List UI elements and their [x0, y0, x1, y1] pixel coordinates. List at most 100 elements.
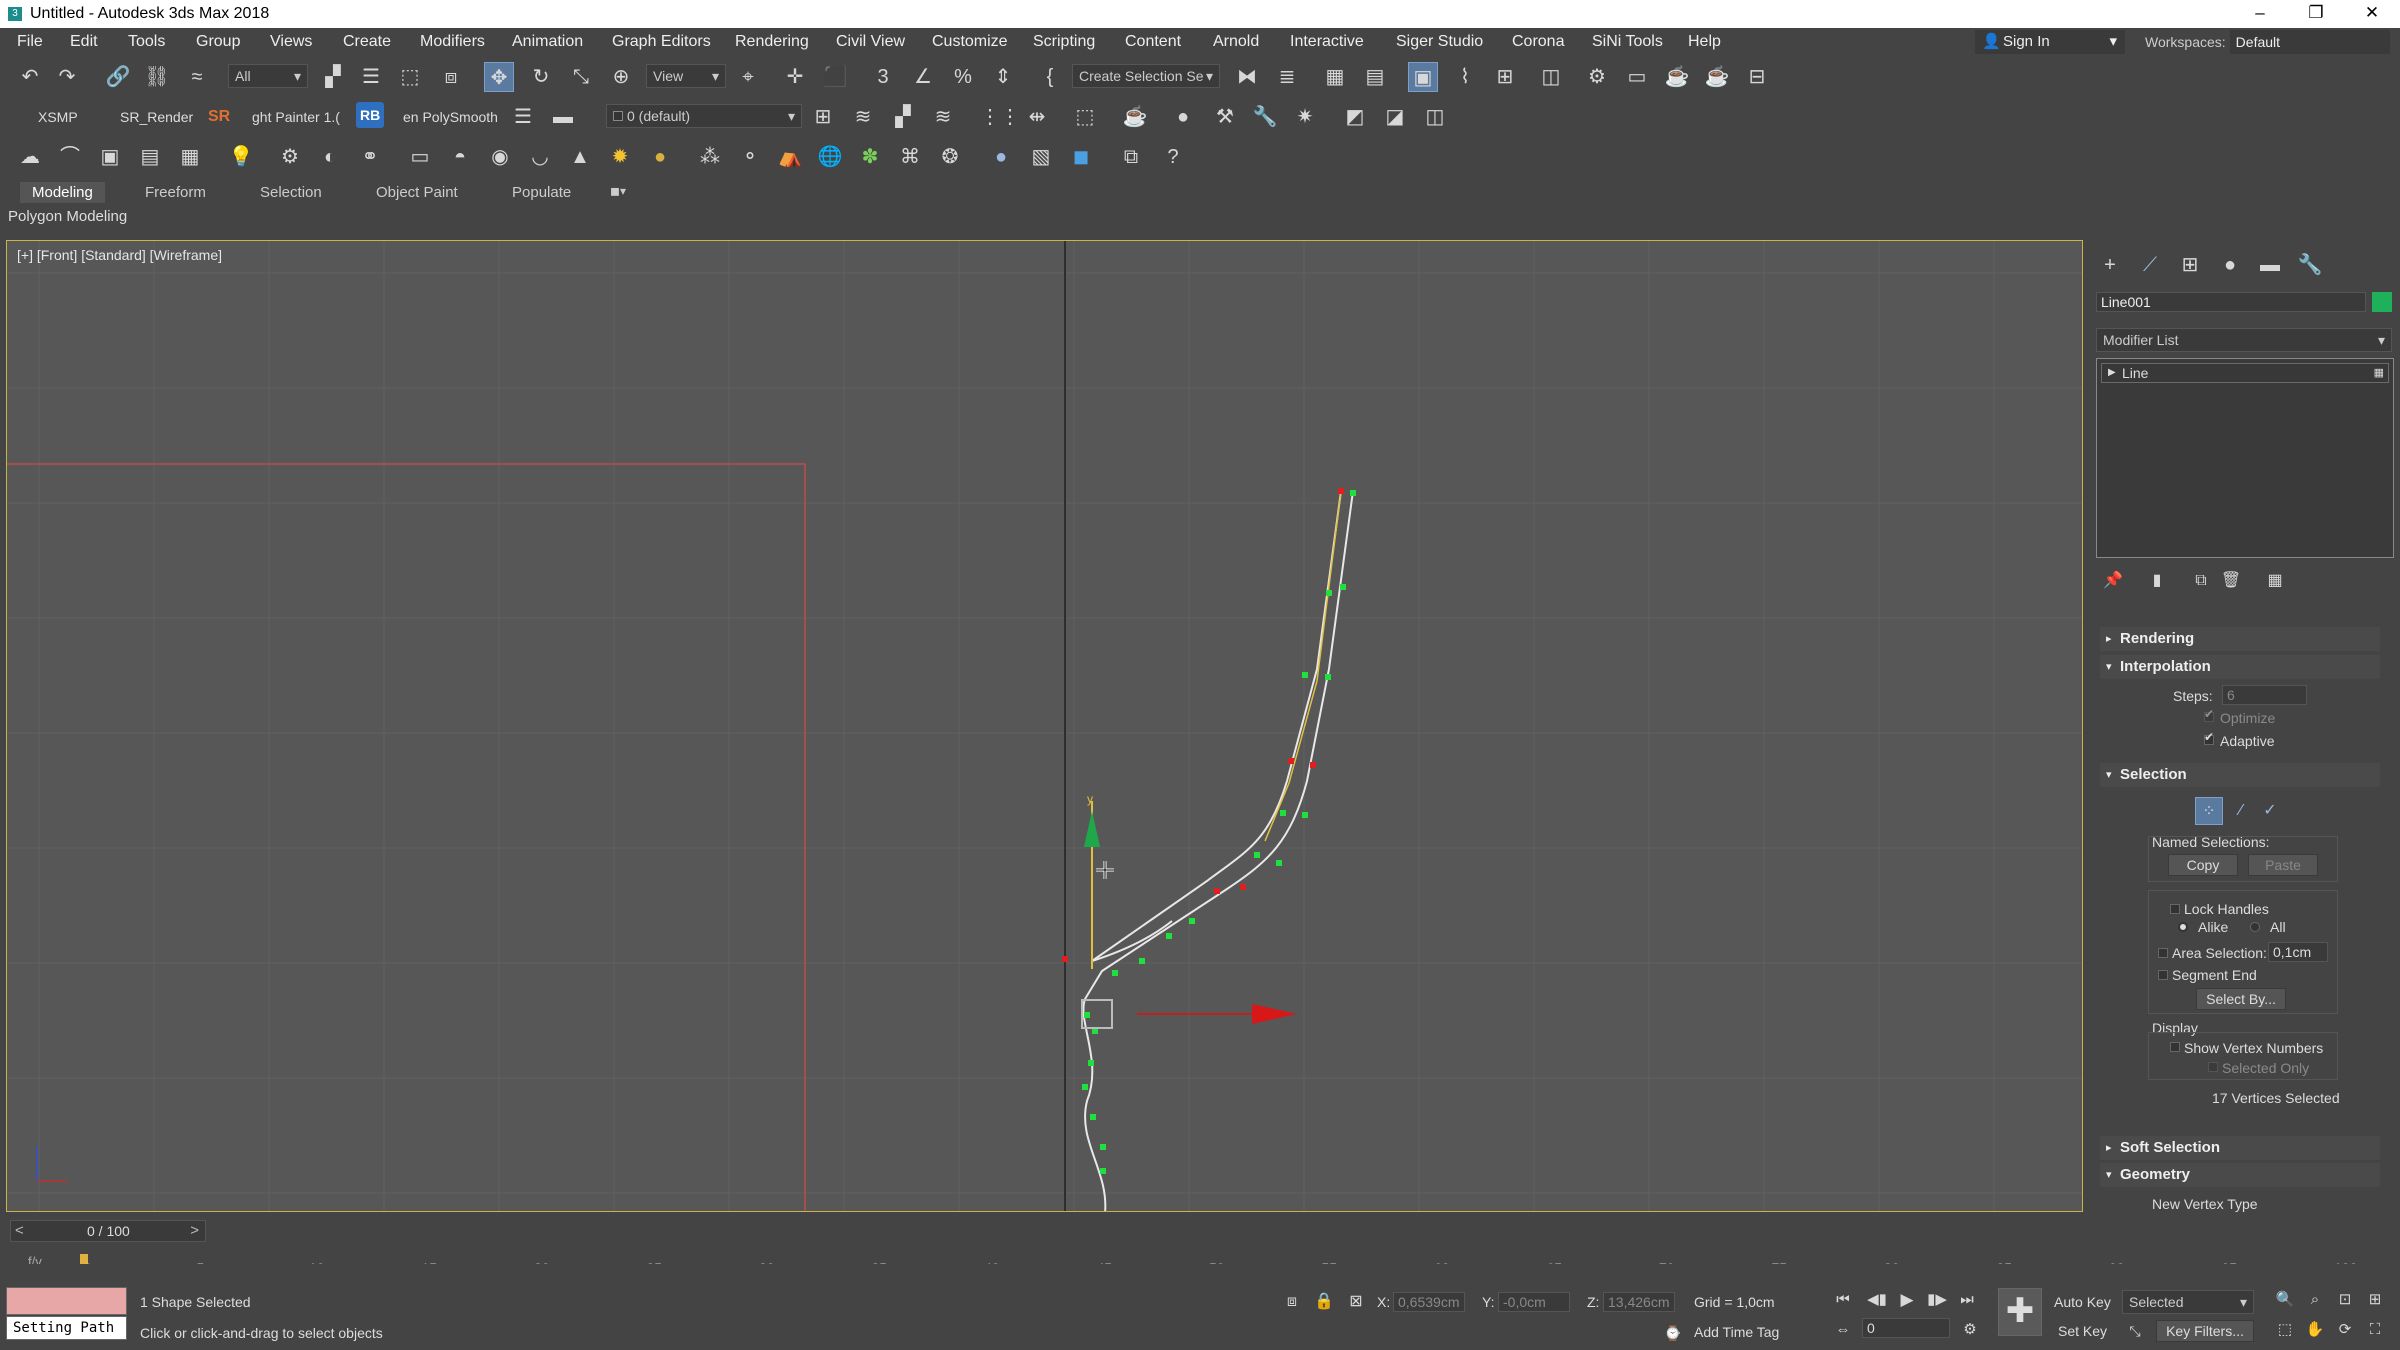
- show-vertex-numbers-checkbox[interactable]: [2170, 1042, 2180, 1052]
- render-window-icon[interactable]: ▣: [95, 142, 125, 172]
- render-cloud-icon[interactable]: ⊟: [1742, 62, 1772, 92]
- time-config-icon[interactable]: ⚙: [1955, 1315, 1985, 1345]
- vertex[interactable]: [1254, 852, 1260, 858]
- export-icon[interactable]: ⧉: [1116, 142, 1146, 172]
- paste-button[interactable]: Paste: [2248, 854, 2318, 876]
- mirror-icon[interactable]: ⧓: [1232, 62, 1262, 92]
- wrench-icon[interactable]: 🔧: [1250, 102, 1280, 132]
- set-current-layer-icon[interactable]: ≋: [928, 102, 958, 132]
- segment-end-checkbox[interactable]: [2158, 970, 2168, 980]
- pin-stack-icon[interactable]: 📌: [2098, 566, 2128, 596]
- time-slider[interactable]: < 0 / 100 >: [10, 1220, 206, 1242]
- grid-snap-icon[interactable]: ⋮⋮: [980, 102, 1020, 132]
- vertex[interactable]: [1088, 1060, 1094, 1066]
- vertex[interactable]: [1062, 956, 1068, 962]
- dome-icon[interactable]: ◓: [445, 142, 475, 172]
- viewport-label[interactable]: [+] [Front] [Standard] [Wireframe]: [17, 247, 222, 263]
- show-end-result-icon[interactable]: ▮: [2142, 566, 2172, 596]
- sphere-light-icon[interactable]: ◉: [485, 142, 515, 172]
- vertex[interactable]: [1189, 918, 1195, 924]
- plane-icon[interactable]: ▭: [405, 142, 435, 172]
- angle-snap-icon[interactable]: ∠: [908, 62, 938, 92]
- menu-content[interactable]: Content: [1125, 33, 1181, 51]
- table-icon[interactable]: ▦: [175, 142, 205, 172]
- tab-freeform[interactable]: Freeform: [145, 184, 206, 201]
- key-mode-icon[interactable]: ⇔: [1828, 1315, 1858, 1345]
- rect-selection-icon[interactable]: ⬚: [395, 62, 425, 92]
- alike-radio[interactable]: [2178, 922, 2188, 932]
- area-selection-checkbox[interactable]: [2158, 948, 2168, 958]
- layer-manager-icon[interactable]: ☰: [508, 102, 538, 132]
- menu-group[interactable]: Group: [196, 33, 240, 51]
- selection-lock-icon[interactable]: 🔒: [1309, 1287, 1339, 1317]
- array-icon[interactable]: ⇹: [1022, 102, 1052, 132]
- menu-file[interactable]: File: [17, 33, 43, 51]
- select-by-name-icon[interactable]: ☰: [356, 62, 386, 92]
- material-sphere-icon[interactable]: ●: [986, 142, 1016, 172]
- rollout-interpolation[interactable]: ▾ Interpolation: [2100, 655, 2380, 679]
- menu-edit[interactable]: Edit: [70, 33, 98, 51]
- vertex-mode-icon[interactable]: ⁘: [2195, 797, 2223, 825]
- auto-key-button[interactable]: Auto Key: [2054, 1294, 2111, 1310]
- create-layer-icon[interactable]: ≋: [848, 102, 878, 132]
- percent-snap-icon[interactable]: %: [948, 62, 978, 92]
- bowl-icon[interactable]: ◡: [525, 142, 555, 172]
- fence-icon[interactable]: ⌘: [895, 142, 925, 172]
- sign-in-button[interactable]: 👤 Sign In: [1975, 30, 2125, 54]
- align-icon[interactable]: ≣: [1272, 62, 1302, 92]
- scene-explorer-icon[interactable]: ▦: [1320, 62, 1350, 92]
- vertex[interactable]: [1100, 1168, 1106, 1174]
- zoom-icon[interactable]: 🔍: [2270, 1285, 2300, 1315]
- menu-views[interactable]: Views: [270, 33, 312, 51]
- place-icon[interactable]: ⊕: [606, 62, 636, 92]
- ribbon-panel-polygon-modeling[interactable]: Polygon Modeling: [8, 208, 127, 230]
- cone-icon[interactable]: ▲: [565, 142, 595, 172]
- display-tab-icon[interactable]: ▬: [2255, 250, 2285, 280]
- remove-modifier-icon[interactable]: 🗑: [2216, 566, 2246, 596]
- layer-explorer-icon[interactable]: ▤: [1360, 62, 1390, 92]
- z-coordinate-field[interactable]: 13,426cm: [1603, 1292, 1675, 1312]
- vertex[interactable]: [1139, 958, 1145, 964]
- close-icon[interactable]: ✕: [2344, 0, 2400, 28]
- zoom-extents-icon[interactable]: ⊡: [2330, 1285, 2360, 1315]
- pivot-center-icon[interactable]: ⌖: [733, 62, 763, 92]
- previous-frame-icon[interactable]: ◀▮: [1862, 1285, 1892, 1315]
- time-prev-icon[interactable]: <: [15, 1222, 24, 1239]
- tab-object-paint[interactable]: Object Paint: [376, 184, 458, 201]
- link-icon[interactable]: 🔗: [103, 62, 133, 92]
- copy-button[interactable]: Copy: [2168, 854, 2238, 876]
- isolate-icon[interactable]: ⬚: [1070, 102, 1100, 132]
- tab-populate[interactable]: Populate: [512, 184, 571, 201]
- edit-named-selection-icon[interactable]: {: [1035, 62, 1065, 92]
- time-tag-icon[interactable]: ⌚: [1658, 1318, 1688, 1348]
- tab-modeling[interactable]: Modeling: [20, 182, 105, 203]
- maximize-viewport-icon[interactable]: ⛶: [2360, 1315, 2390, 1345]
- add-time-tag[interactable]: Add Time Tag: [1694, 1324, 1779, 1340]
- proxy-icon[interactable]: ▧: [1026, 142, 1056, 172]
- select-rotate-icon[interactable]: ↻: [526, 62, 556, 92]
- selected-only-checkbox[interactable]: [2208, 1062, 2218, 1072]
- play-icon[interactable]: ▶: [1892, 1285, 1922, 1315]
- curve-editor-icon[interactable]: ⌇: [1450, 62, 1480, 92]
- x-coordinate-field[interactable]: 0,6539cm: [1393, 1292, 1465, 1312]
- vertex[interactable]: [1302, 812, 1308, 818]
- snaps-toggle-icon[interactable]: 3: [868, 62, 898, 92]
- workspaces-dropdown[interactable]: Default: [2229, 30, 2390, 54]
- vertex[interactable]: [1090, 1114, 1096, 1120]
- vertex[interactable]: [1350, 490, 1356, 496]
- steps-spinner[interactable]: 6: [2222, 685, 2307, 705]
- sun-icon[interactable]: ✹: [605, 142, 635, 172]
- sparkle-icon[interactable]: ✷: [1290, 102, 1320, 132]
- menu-scripting[interactable]: Scripting: [1033, 33, 1095, 51]
- menu-animation[interactable]: Animation: [512, 33, 583, 51]
- absolute-mode-icon[interactable]: ⊠: [1341, 1287, 1371, 1317]
- rollout-soft-selection[interactable]: ▸ Soft Selection: [2100, 1136, 2380, 1160]
- go-to-start-icon[interactable]: ⏮: [1828, 1285, 1858, 1315]
- tool-a-icon[interactable]: ◩: [1340, 102, 1370, 132]
- unlink-icon[interactable]: ⛓: [142, 62, 172, 92]
- batch-icon[interactable]: ▤: [135, 142, 165, 172]
- spline-vertices[interactable]: [1062, 488, 1356, 1174]
- render-setup-icon[interactable]: ⚙: [1582, 62, 1612, 92]
- select-in-layer-icon[interactable]: ▞: [888, 102, 918, 132]
- minimize-icon[interactable]: –: [2232, 0, 2288, 28]
